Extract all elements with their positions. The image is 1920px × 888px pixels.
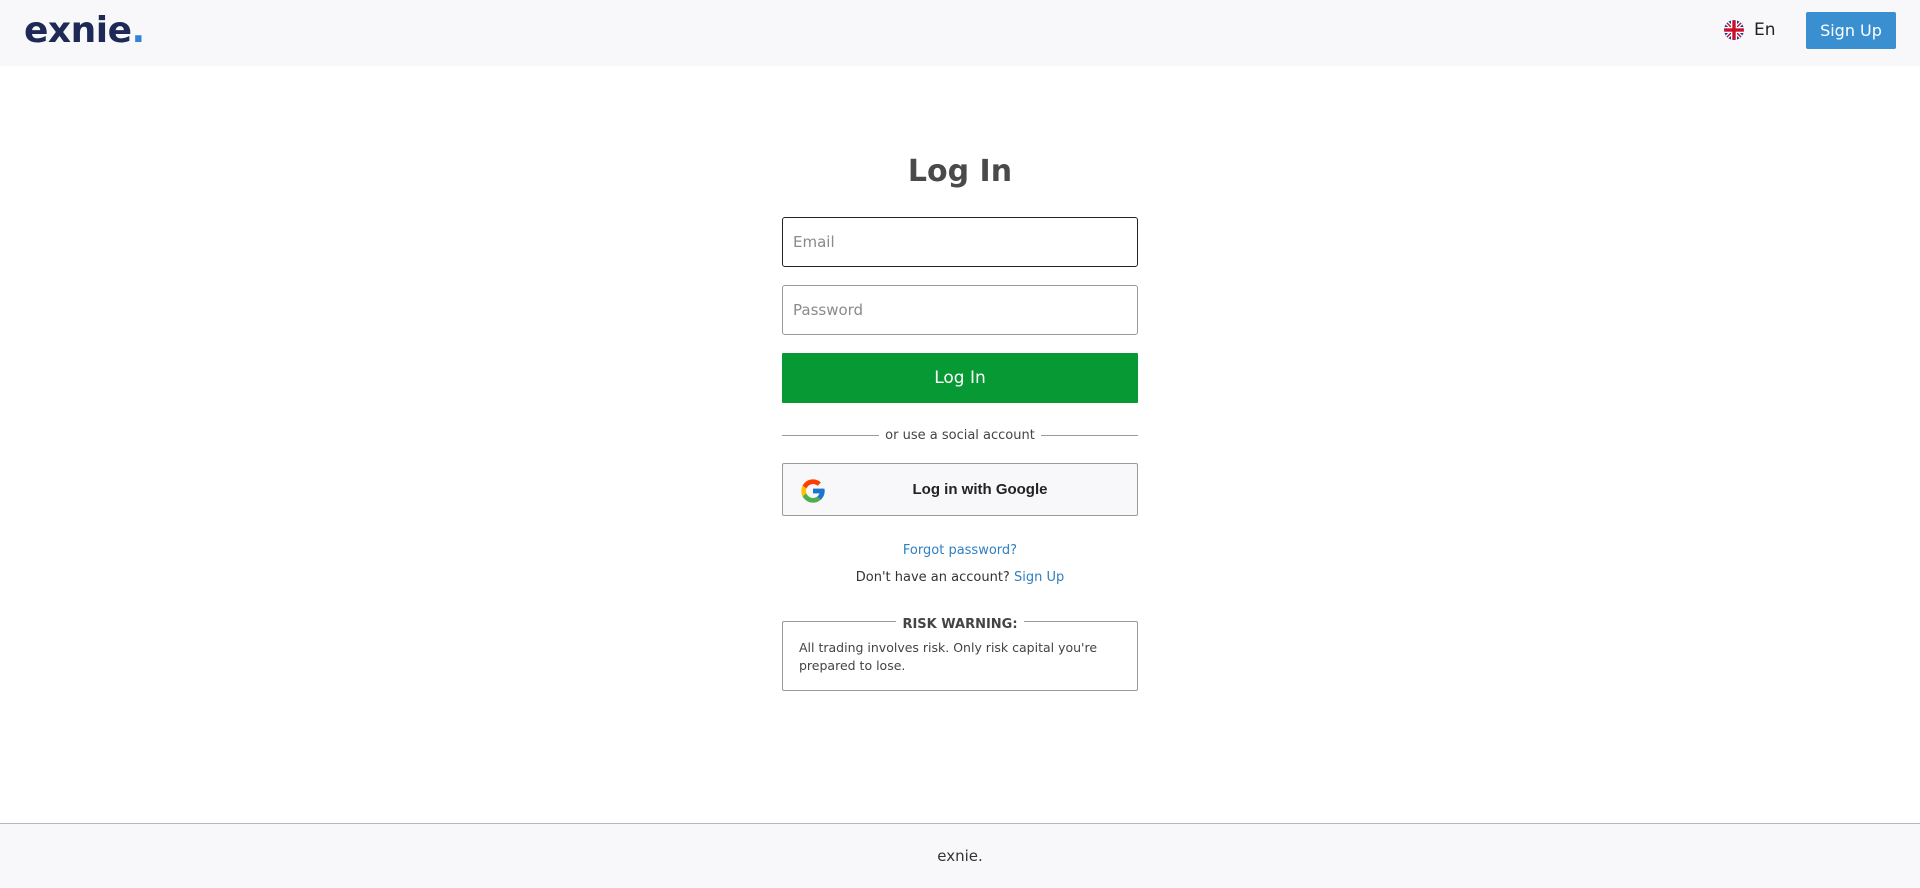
google-login-label: Log in with Google [912,481,1048,498]
signup-link[interactable]: Sign Up [1014,570,1064,585]
password-input[interactable] [782,285,1138,335]
page-title: Log In [907,154,1013,189]
language-selector[interactable]: En [1724,16,1776,44]
login-button[interactable]: Log In [782,353,1138,403]
risk-warning-title: RISK WARNING: [896,617,1024,632]
no-account-text: Don't have an account? [855,570,1010,585]
divider-line-right [1040,434,1139,436]
social-divider: or use a social account [782,426,1139,444]
logo-dot: . [131,10,146,51]
header-signup-button[interactable]: Sign Up [1806,12,1896,49]
forgot-password-link[interactable]: Forgot password? [782,543,1138,558]
language-label: En [1754,20,1776,40]
logo-text: exnie [24,10,132,51]
footer-text: exnie. [937,847,983,865]
risk-warning-box: RISK WARNING: All trading involves risk.… [782,617,1138,691]
page-footer: exnie. [0,823,1920,888]
google-icon [801,479,825,503]
risk-warning-title-row: RISK WARNING: [783,613,1137,632]
email-input[interactable] [782,217,1138,267]
no-account-row: Don't have an account? Sign Up [782,570,1138,585]
risk-warning-text: All trading involves risk. Only risk cap… [799,640,1098,673]
divider-text: or use a social account [885,427,1035,443]
logo[interactable]: exnie. [24,10,145,51]
top-header: exnie. En Sign Up [0,0,1920,66]
uk-flag-icon [1724,20,1744,40]
google-login-button[interactable]: Log in with Google [782,463,1138,516]
divider-line-left [782,434,880,436]
